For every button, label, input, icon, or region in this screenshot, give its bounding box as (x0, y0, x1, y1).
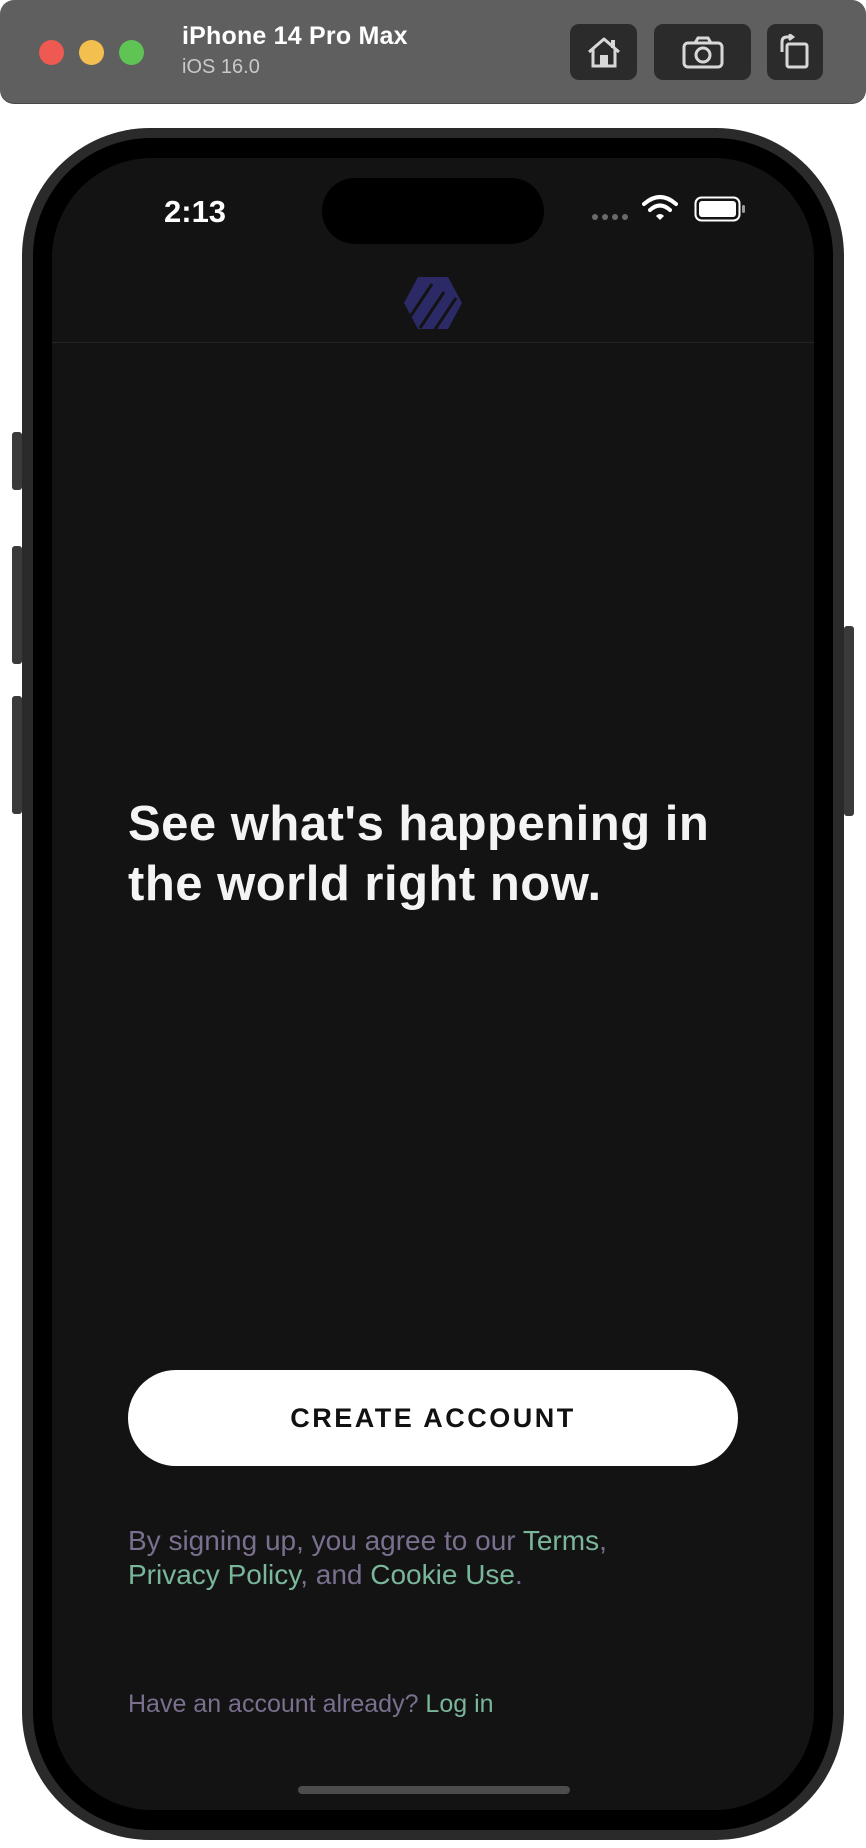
volume-up-button (12, 546, 22, 664)
legal-period: . (514, 1559, 523, 1590)
silent-switch (12, 432, 22, 490)
login-prompt: Have an account already? Log in (128, 1690, 494, 1719)
status-time: 2:13 (164, 194, 227, 229)
terms-link[interactable]: Terms (523, 1525, 599, 1556)
power-button (844, 626, 854, 816)
home-button[interactable] (570, 24, 637, 80)
dynamic-island (322, 178, 544, 244)
cookie-use-link[interactable]: Cookie Use (370, 1559, 515, 1590)
simulator-toolbar: iPhone 14 Pro Max iOS 16.0 (0, 0, 866, 104)
screenshot-button[interactable] (654, 24, 751, 80)
hexagon-logo-icon (404, 277, 462, 329)
legal-comma: , (599, 1525, 607, 1556)
wifi-icon (642, 195, 678, 220)
close-window-button[interactable] (39, 40, 64, 65)
legal-and: , and (300, 1559, 371, 1590)
screenshot-icon (682, 36, 723, 69)
battery-icon (694, 196, 745, 222)
volume-down-button (12, 696, 22, 814)
app-screen: 2:13 See what's happening in the world r… (52, 158, 814, 1810)
zoom-window-button[interactable] (119, 40, 144, 65)
header-divider (52, 342, 814, 343)
create-account-button[interactable]: CREATE ACCOUNT (128, 1370, 738, 1466)
os-version: iOS 16.0 (182, 56, 260, 78)
login-prompt-text: Have an account already? (128, 1690, 426, 1718)
legal-notice: By signing up, you agree to our Terms, P… (128, 1524, 748, 1592)
login-link[interactable]: Log in (425, 1690, 493, 1718)
device-name: iPhone 14 Pro Max (182, 22, 408, 50)
home-icon (587, 37, 620, 68)
rotate-button[interactable] (767, 24, 823, 80)
rotate-icon (780, 34, 809, 69)
home-indicator[interactable] (298, 1786, 570, 1794)
headline: See what's happening in the world right … (128, 797, 710, 911)
minimize-window-button[interactable] (79, 40, 104, 65)
legal-prefix: By signing up, you agree to our (128, 1525, 523, 1556)
cellular-icon (592, 214, 628, 220)
privacy-policy-link[interactable]: Privacy Policy (128, 1559, 300, 1590)
